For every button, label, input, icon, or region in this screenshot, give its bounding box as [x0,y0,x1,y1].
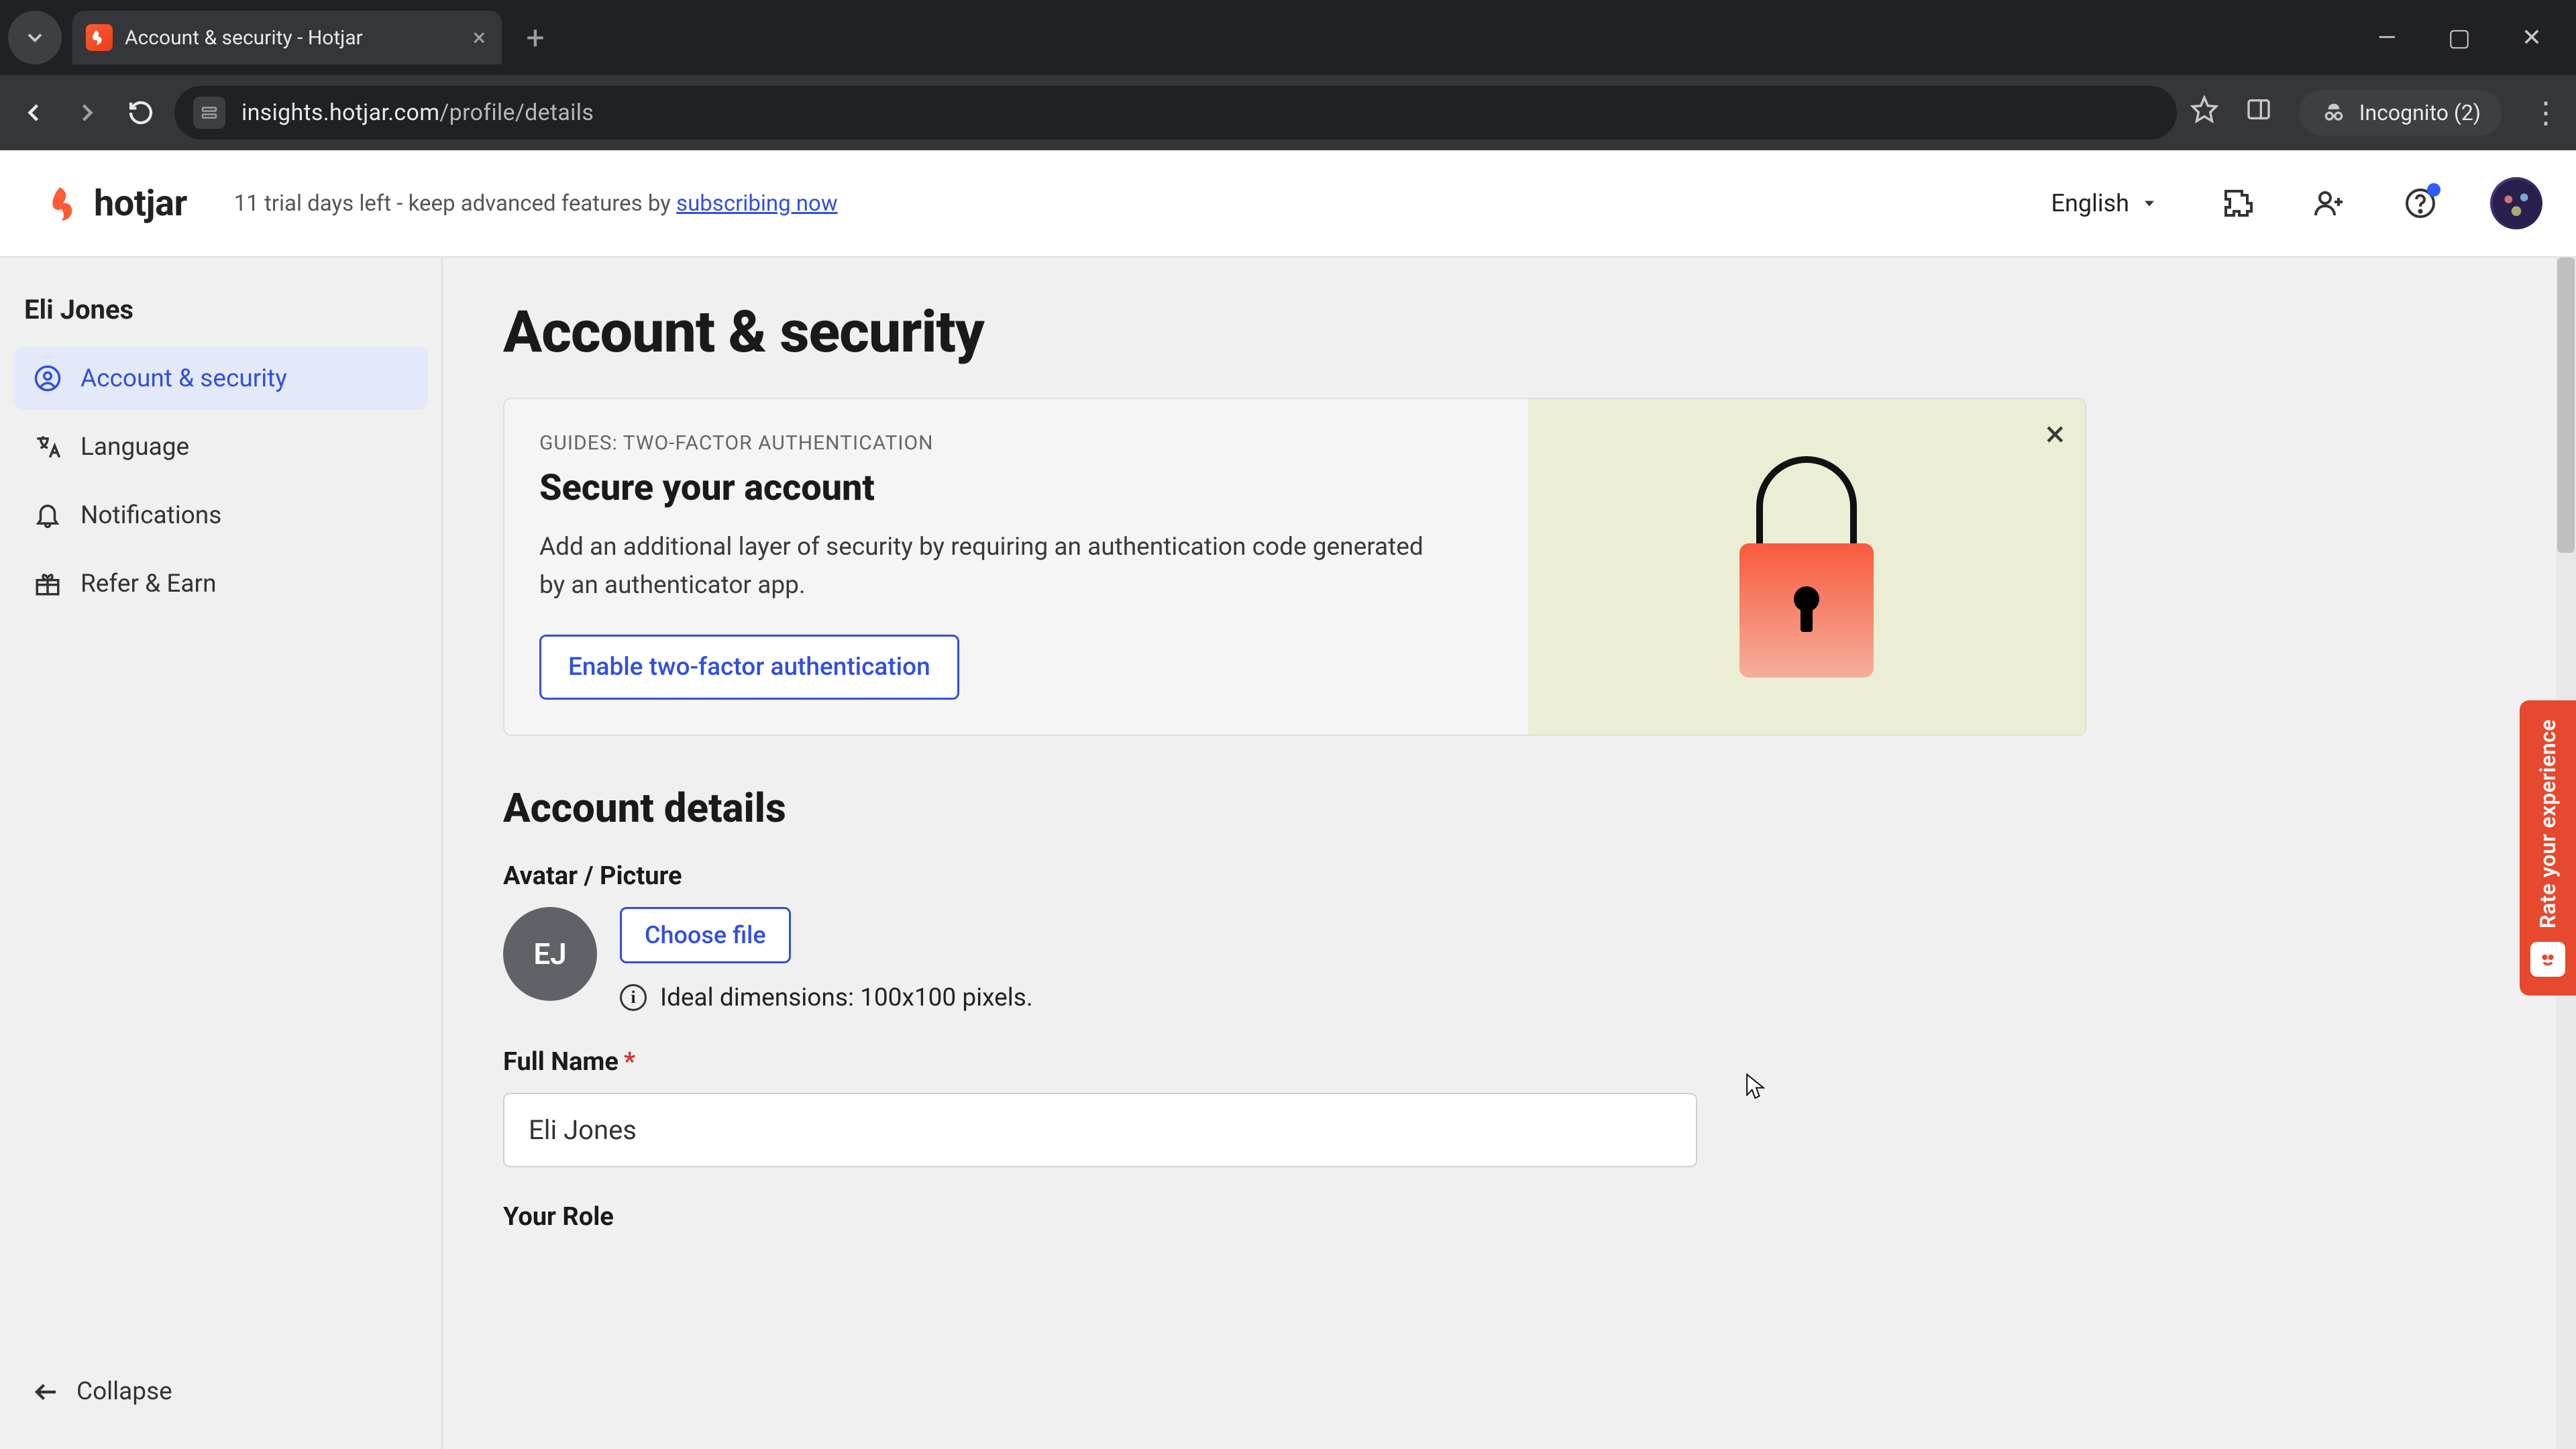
feedback-tab[interactable]: Rate your experience [2520,700,2576,996]
site-info-icon[interactable] [193,97,225,129]
sidebar-item-language[interactable]: Language [13,415,428,478]
sidebar-item-label: Refer & Earn [80,570,217,598]
full-name-input[interactable] [503,1093,1697,1167]
sidebar-item-notifications[interactable]: Notifications [13,484,428,547]
mouse-cursor [1746,1073,1767,1103]
nav-reload-icon[interactable] [121,93,161,133]
tab-title: Account & security - Hotjar [125,26,461,50]
tab-search-dropdown[interactable] [8,11,62,64]
sidebar-collapse-button[interactable]: Collapse [13,1361,428,1422]
avatar-label: Avatar / Picture [503,861,2086,891]
page-title: Account & security [503,298,2086,366]
collapse-label: Collapse [76,1377,172,1406]
url-text: insights.hotjar.com/profile/details [241,99,594,126]
brand-logo[interactable]: hotjar [47,182,187,225]
account-details-heading: Account details [503,784,2086,832]
language-selector[interactable]: English [2051,189,2159,217]
window-minimize-icon[interactable]: — [2371,23,2403,52]
lock-icon [1739,456,1874,678]
subscribe-link[interactable]: subscribing now [676,191,838,217]
translate-icon [32,431,63,462]
avatar-hint: i Ideal dimensions: 100x100 pixels. [620,983,1033,1012]
guide-description: Add an additional layer of security by r… [539,528,1425,605]
browser-tab[interactable]: Account & security - Hotjar × [72,11,502,64]
window-maximize-icon[interactable]: ▢ [2443,23,2475,52]
bookmark-star-icon[interactable] [2190,95,2218,130]
trial-banner: 11 trial days left - keep advanced featu… [234,191,838,217]
your-role-label: Your Role [503,1202,2086,1232]
hotjar-favicon [86,24,113,51]
help-icon[interactable] [2396,179,2445,227]
choose-file-button[interactable]: Choose file [620,907,791,963]
browser-menu-icon[interactable]: ⋮ [2529,95,2563,130]
sidebar-item-label: Account & security [80,364,287,393]
browser-tab-bar: Account & security - Hotjar × + — ▢ ✕ [0,0,2576,75]
scrollbar-thumb[interactable] [2557,258,2575,553]
hotjar-flame-icon [47,186,82,221]
full-name-label: Full Name* [503,1047,2086,1077]
user-circle-icon [32,363,63,394]
window-close-icon[interactable]: ✕ [2516,23,2548,52]
side-panel-icon[interactable] [2245,96,2272,129]
incognito-indicator[interactable]: Incognito (2) [2299,90,2502,136]
profile-avatar[interactable] [2490,177,2542,229]
feedback-tab-label: Rate your experience [2535,719,2561,928]
info-icon: i [620,984,647,1011]
nav-forward-icon[interactable] [67,93,107,133]
nav-back-icon[interactable] [13,93,54,133]
avatar-initials: EJ [503,907,597,1001]
guide-kicker: GUIDES: TWO-FACTOR AUTHENTICATION [539,431,1493,455]
browser-address-bar: insights.hotjar.com/profile/details Inco… [0,75,2576,150]
invite-user-icon[interactable] [2305,179,2353,227]
sidebar-item-label: Notifications [80,501,221,530]
sidebar-item-account-security[interactable]: Account & security [13,347,428,410]
address-url-field[interactable]: insights.hotjar.com/profile/details [174,86,2177,140]
smile-icon [2530,942,2565,977]
guide-illustration [1528,399,2085,735]
two-factor-guide-card: × GUIDES: TWO-FACTOR AUTHENTICATION Secu… [503,398,2086,736]
main-content: Account & security × GUIDES: TWO-FACTOR … [443,258,2576,1449]
settings-sidebar: Eli Jones Account & security Language [0,258,443,1449]
close-icon[interactable]: × [2045,417,2065,453]
guide-title: Secure your account [539,467,1493,509]
enable-2fa-button[interactable]: Enable two-factor authentication [539,635,959,700]
app-topbar: hotjar 11 trial days left - keep advance… [0,150,2576,258]
bell-icon [32,500,63,531]
notification-dot [2427,183,2440,197]
sidebar-user-name: Eli Jones [13,284,428,344]
tab-close-icon[interactable]: × [473,25,486,50]
sidebar-item-label: Language [80,433,189,462]
brand-text: hotjar [94,182,187,225]
gift-icon [32,568,63,599]
sidebar-item-refer-earn[interactable]: Refer & Earn [13,552,428,615]
new-tab-button[interactable]: + [515,17,555,58]
extensions-icon[interactable] [2214,179,2262,227]
